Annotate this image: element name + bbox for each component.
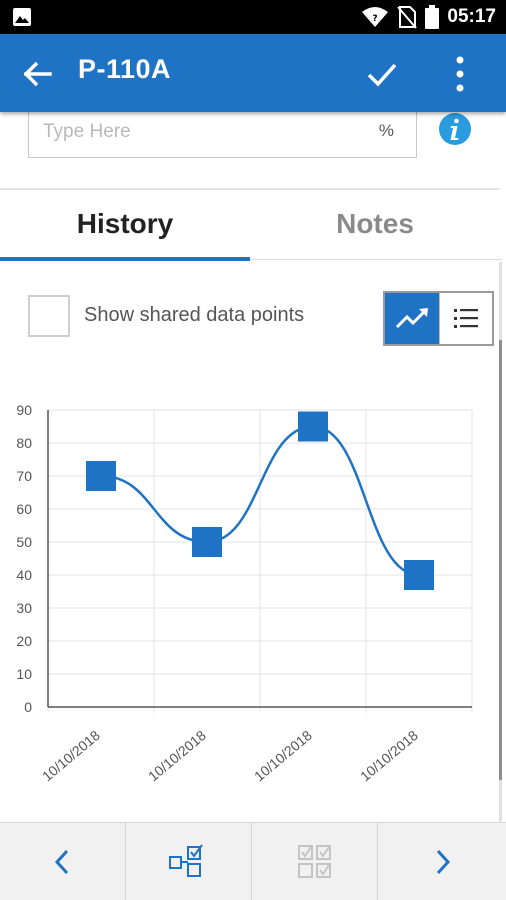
tab-history[interactable]: History (0, 198, 250, 260)
copy-checklist-icon (168, 844, 203, 877)
info-icon[interactable] (438, 112, 472, 146)
next-icon (436, 849, 451, 875)
y-tick-label: 0 (24, 699, 32, 715)
y-tick-label: 80 (16, 435, 32, 451)
y-tick-label: 70 (16, 468, 32, 484)
page-title: P-110A (78, 54, 172, 84)
status-bar: ? 05:17 (0, 0, 506, 34)
wifi-icon: ? (362, 7, 389, 27)
y-tick-label: 20 (16, 633, 32, 649)
tab-notes-label: Notes (336, 208, 414, 239)
bottom-bar (0, 822, 506, 900)
tab-divider (250, 259, 502, 260)
next-button[interactable] (378, 823, 506, 900)
image-icon (13, 8, 31, 26)
back-arrow-icon[interactable] (18, 54, 58, 94)
x-tick-label: 10/10/2018 (39, 727, 103, 784)
view-toggle (383, 291, 494, 346)
active-tab-indicator (0, 257, 250, 261)
y-tick-label: 30 (16, 600, 32, 616)
history-chart: 0 10 20 30 40 50 60 70 80 90 10/10/2018 10/10/2018 1… (16, 402, 473, 784)
y-tick-label: 90 (16, 402, 32, 418)
percent-input-field[interactable]: % (28, 104, 417, 158)
y-tick-label: 40 (16, 567, 32, 583)
prev-icon (54, 849, 68, 875)
chart-view-button[interactable] (385, 293, 439, 344)
tab-history-label: History (76, 208, 174, 239)
list-view-button[interactable] (439, 293, 492, 344)
x-tick-label: 10/10/2018 (357, 727, 421, 784)
data-point (404, 560, 434, 590)
svg-text:?: ? (373, 14, 378, 24)
unit-label: % (378, 121, 394, 140)
data-point (192, 527, 222, 557)
screen: ? 05:17 P-110A Type Here % History Notes… (0, 0, 506, 900)
copy-checklist-button[interactable] (126, 823, 252, 900)
check-icon[interactable] (362, 54, 402, 94)
x-tick-label: 10/10/2018 (251, 727, 315, 784)
divider (0, 188, 500, 190)
y-tick-label: 10 (16, 666, 32, 682)
value-input[interactable] (43, 115, 363, 149)
no-sim-icon (397, 6, 418, 29)
app-bar: P-110A (0, 34, 506, 112)
y-tick-label: 60 (16, 501, 32, 517)
x-tick-label: 10/10/2018 (145, 727, 209, 784)
tab-notes[interactable]: Notes (250, 198, 500, 260)
battery-icon (425, 5, 440, 29)
data-point (86, 461, 116, 491)
shared-points-checkbox[interactable] (28, 295, 70, 337)
checklist-grid-icon (297, 845, 331, 878)
shared-points-label: Show shared data points (84, 304, 305, 326)
chart-view-icon (395, 308, 428, 329)
data-point (298, 411, 328, 442)
y-tick-label: 50 (16, 534, 32, 550)
status-time: 05:17 (447, 6, 496, 27)
more-vert-icon[interactable] (440, 52, 480, 96)
prev-button[interactable] (0, 823, 126, 900)
checklist-grid-button[interactable] (252, 823, 378, 900)
list-view-icon (454, 309, 478, 328)
